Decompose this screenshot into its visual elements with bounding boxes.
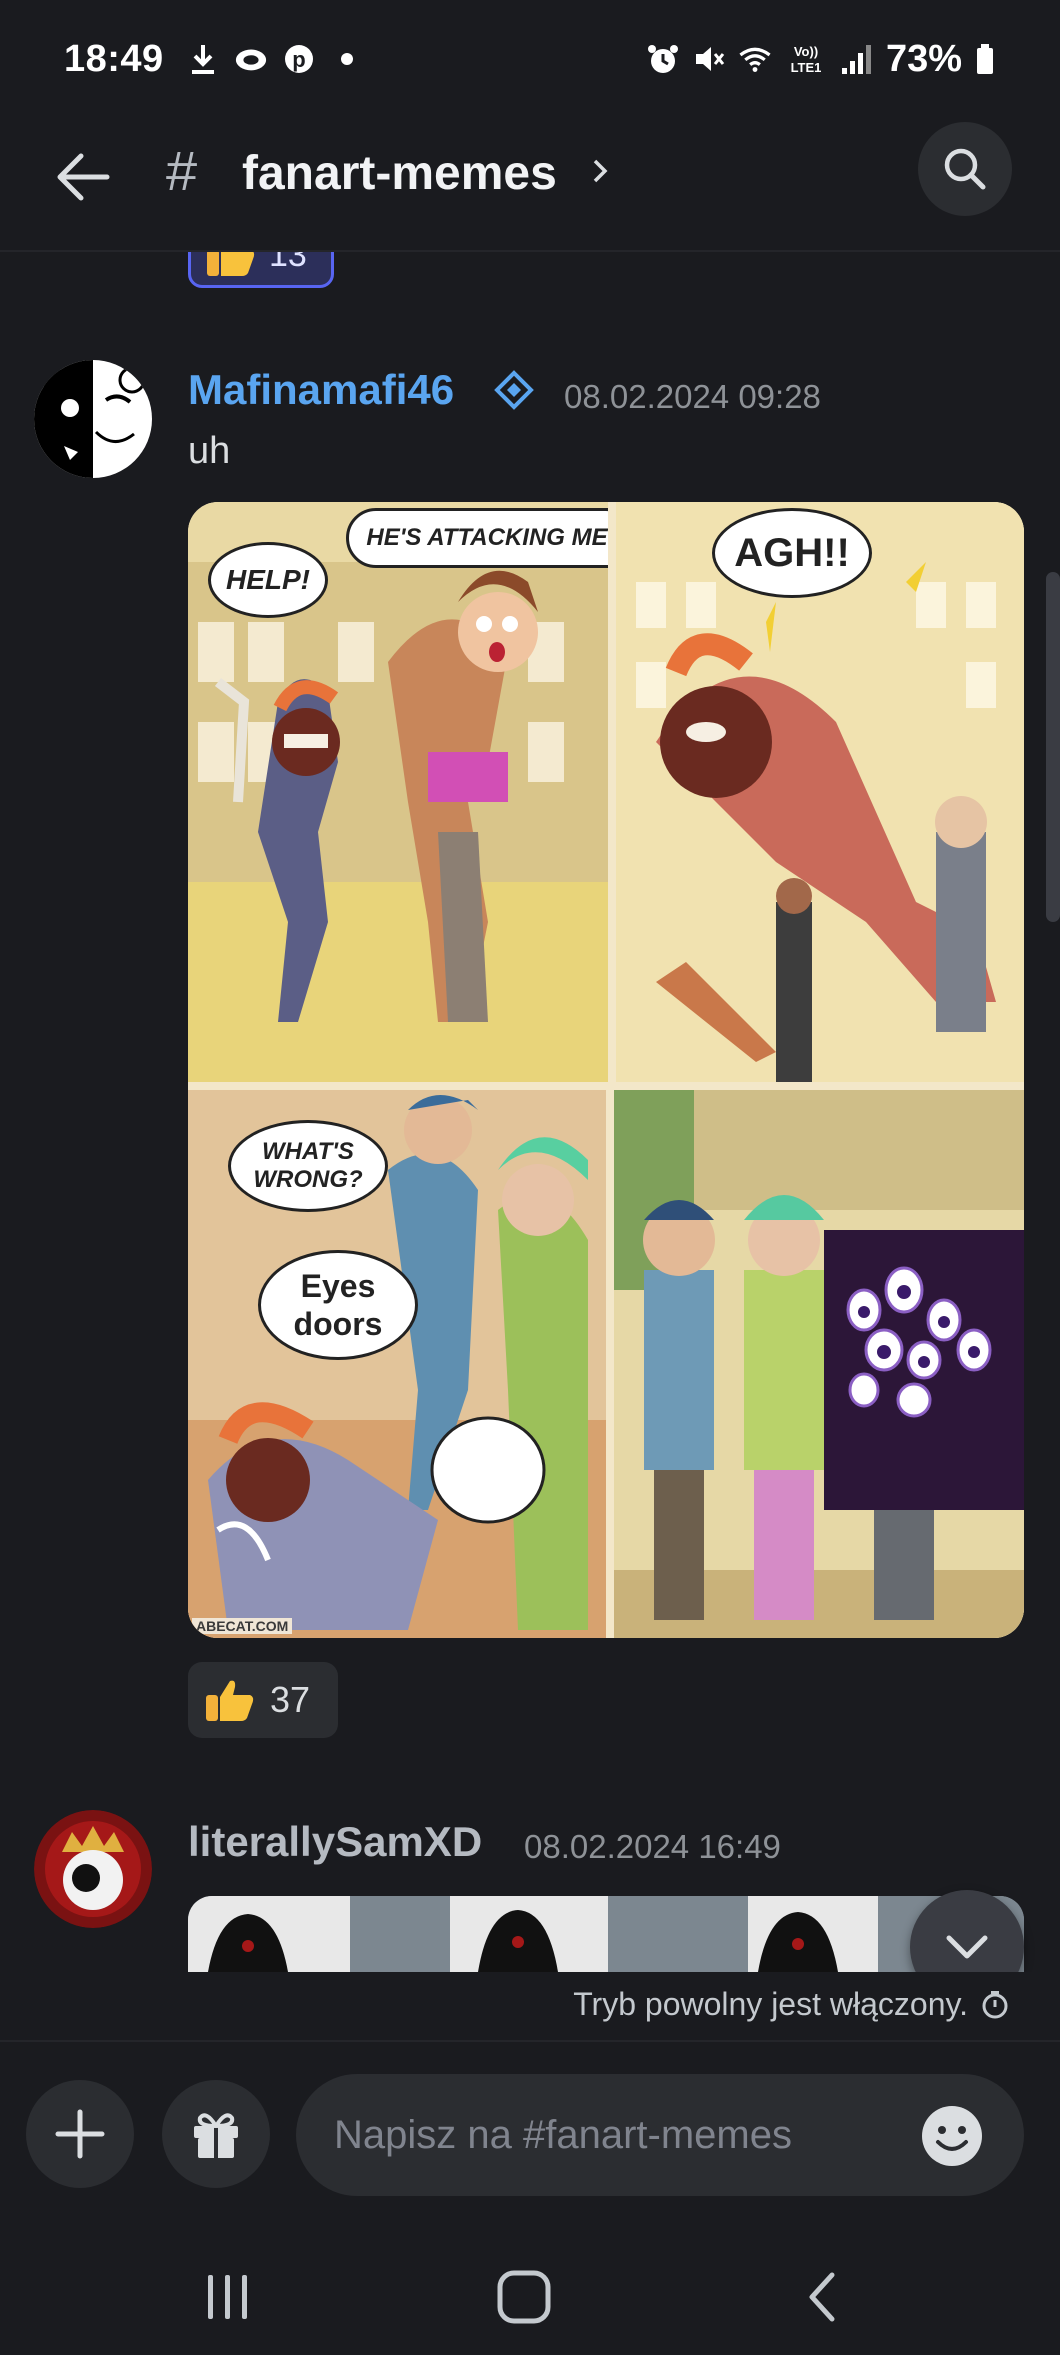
search-icon bbox=[944, 148, 986, 190]
recent-apps-button[interactable] bbox=[188, 2262, 268, 2332]
role-diamond-icon bbox=[494, 370, 534, 415]
timer-icon bbox=[982, 1990, 1008, 2018]
slowmode-notice: Tryb powolny jest włączony. bbox=[0, 1986, 1010, 2023]
message-text: uh bbox=[188, 430, 231, 472]
message-composer bbox=[0, 2040, 1060, 2240]
message-input[interactable] bbox=[334, 2112, 894, 2158]
message-timestamp: 08.02.2024 09:28 bbox=[564, 378, 821, 415]
speech-bubble-agh: AGH!! bbox=[712, 508, 872, 598]
volte-icon: Vo)) LTE1 bbox=[784, 42, 828, 76]
comic-panel-2: AGH!! bbox=[616, 502, 1024, 1082]
svg-text:LTE1: LTE1 bbox=[791, 60, 822, 75]
reaction-count: 13 bbox=[269, 252, 307, 274]
svg-text:Vo)): Vo)) bbox=[794, 44, 818, 59]
comic-panel-4 bbox=[614, 1090, 1024, 1638]
gift-button[interactable] bbox=[162, 2080, 270, 2188]
scrollbar-thumb[interactable] bbox=[1046, 572, 1060, 922]
chevron-right-icon[interactable] bbox=[590, 156, 610, 191]
plus-icon bbox=[55, 2109, 105, 2159]
add-attachment-button[interactable] bbox=[26, 2080, 134, 2188]
message-author[interactable]: Mafinamafi46 bbox=[188, 366, 454, 414]
battery-icon bbox=[974, 42, 996, 76]
back-chevron-icon bbox=[809, 2272, 835, 2322]
image-strip-art bbox=[188, 1896, 1024, 1972]
channel-name[interactable]: fanart-memes bbox=[242, 146, 557, 201]
channel-header: # fanart-memes bbox=[0, 118, 1060, 252]
mute-icon bbox=[692, 42, 726, 76]
arrow-left-icon bbox=[57, 153, 110, 201]
avatar[interactable] bbox=[34, 1810, 152, 1928]
signal-icon bbox=[840, 42, 874, 76]
message-image-comic[interactable]: HELP! HE'S ATTACKING ME! AGH!! WHAT'S WR… bbox=[188, 502, 1024, 1638]
recent-apps-icon bbox=[208, 2275, 247, 2319]
system-navigation-bar bbox=[0, 2240, 1060, 2355]
message-input-container[interactable] bbox=[296, 2074, 1024, 2196]
emoji-smile-icon bbox=[922, 2106, 982, 2166]
emoji-button[interactable] bbox=[920, 2104, 984, 2168]
status-left-icons: p bbox=[186, 42, 364, 76]
channel-hash-icon: # bbox=[166, 139, 198, 202]
cloud-icon bbox=[234, 42, 268, 76]
back-button[interactable] bbox=[50, 144, 116, 210]
search-button[interactable] bbox=[918, 122, 1012, 216]
reaction-count: 37 bbox=[270, 1679, 311, 1720]
speech-bubble-eyes-doors: Eyes doors bbox=[258, 1250, 418, 1360]
back-nav-button[interactable] bbox=[782, 2262, 862, 2332]
status-bar: 18:49 p Vo)) LTE1 73% bbox=[0, 0, 1060, 118]
comic-panel-1: HELP! HE'S ATTACKING ME! bbox=[188, 502, 608, 1082]
gift-icon bbox=[194, 2113, 238, 2158]
wifi-icon bbox=[738, 42, 772, 76]
slowmode-text: Tryb powolny jest włączony. bbox=[573, 1986, 968, 2022]
reaction-button[interactable]: 37 bbox=[188, 1662, 338, 1738]
monokuma-avatar-image bbox=[34, 360, 152, 478]
home-icon bbox=[497, 2270, 551, 2324]
message-author[interactable]: literallySamXD bbox=[188, 1818, 482, 1866]
message-timestamp: 08.02.2024 16:49 bbox=[524, 1828, 781, 1865]
message-list[interactable]: 13 Mafinamafi46 08.02.2024 09:28 uh HELP… bbox=[0, 252, 1060, 1972]
chevron-down-icon bbox=[946, 1935, 988, 1959]
status-right-icons: Vo)) LTE1 73% bbox=[646, 38, 996, 81]
thumbs-up-icon bbox=[207, 252, 255, 276]
home-button[interactable] bbox=[484, 2262, 564, 2332]
comic-watermark: ABECAT.COM bbox=[192, 1618, 293, 1634]
previous-reaction-button[interactable]: 13 bbox=[188, 252, 334, 288]
battery-percent: 73% bbox=[885, 37, 962, 80]
pinterest-icon: p bbox=[282, 42, 316, 76]
comic-panel-3: WHAT'S WRONG? Eyes doors ABECAT.COM bbox=[188, 1090, 606, 1638]
status-time: 18:49 bbox=[64, 37, 164, 80]
message-image-strip[interactable] bbox=[188, 1896, 1024, 1972]
download-icon bbox=[186, 42, 220, 76]
speech-bubble-attacking: HE'S ATTACKING ME! bbox=[346, 508, 608, 568]
svg-text:p: p bbox=[292, 47, 305, 72]
avatar[interactable] bbox=[34, 360, 152, 478]
speech-bubble-whats-wrong: WHAT'S WRONG? bbox=[228, 1120, 388, 1212]
alarm-icon bbox=[646, 42, 680, 76]
speech-bubble-help: HELP! bbox=[208, 542, 328, 618]
crowned-figure-avatar-image bbox=[34, 1810, 152, 1928]
dot-icon bbox=[330, 42, 364, 76]
thumbs-up-icon bbox=[206, 1680, 254, 1721]
comic-panel-4-art bbox=[614, 1090, 1024, 1638]
